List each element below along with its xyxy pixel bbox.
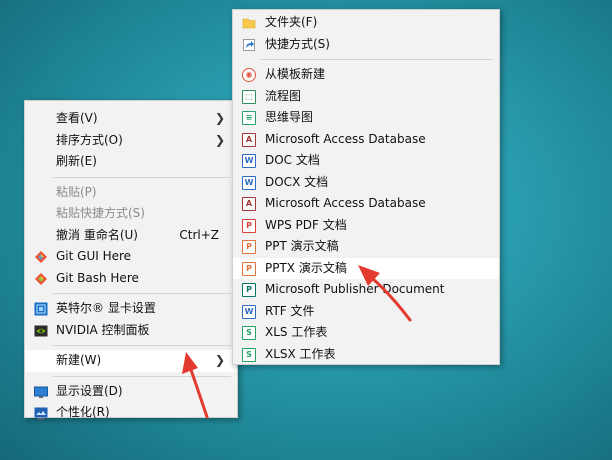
annotation-arrow-pptx bbox=[358, 265, 412, 322]
annotation-arrows bbox=[182, 265, 412, 419]
annotation-arrow-new bbox=[182, 352, 209, 419]
